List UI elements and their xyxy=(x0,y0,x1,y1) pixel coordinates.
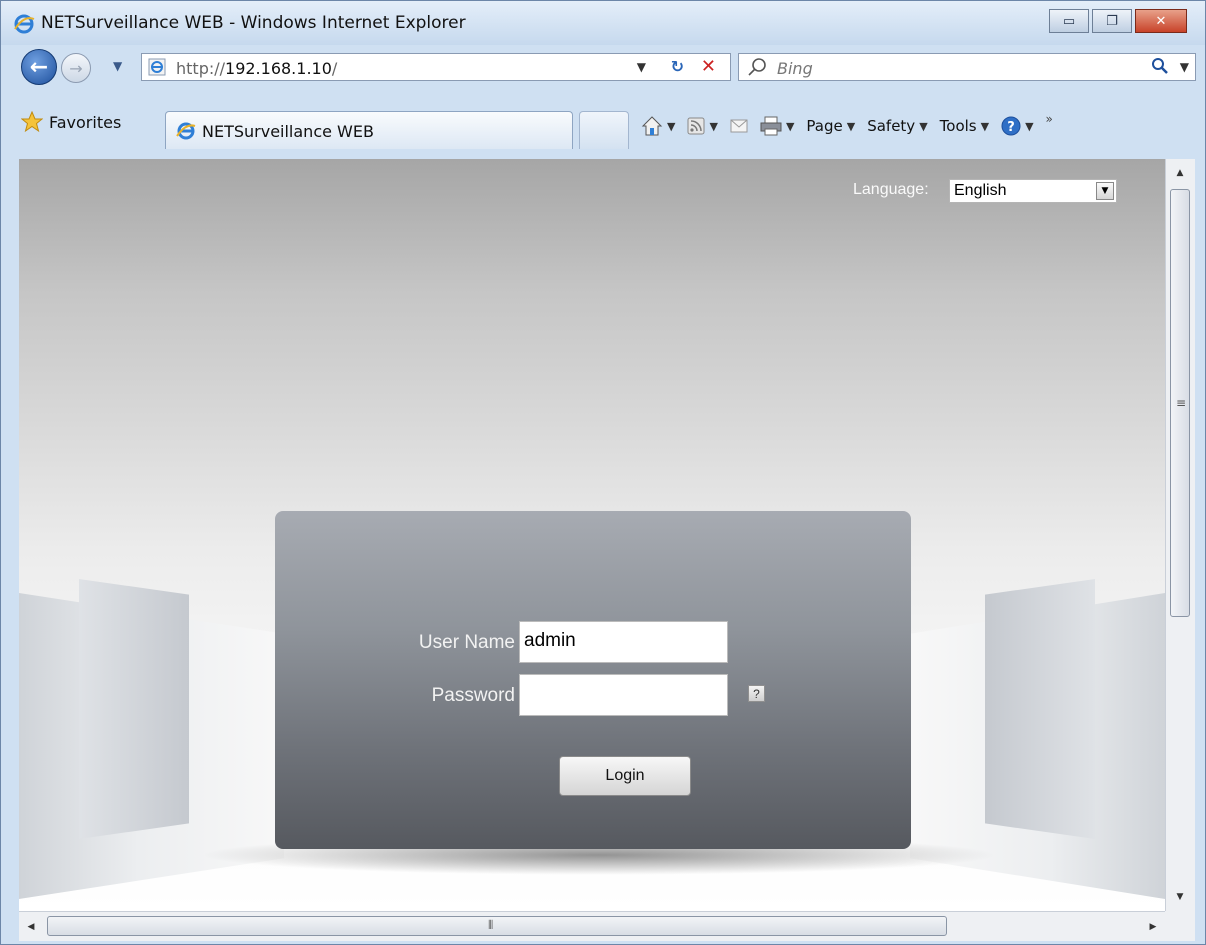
login-panel: User Name admin Password ? Login xyxy=(275,511,911,849)
new-tab-button[interactable] xyxy=(579,111,629,149)
search-provider-icon xyxy=(748,58,766,76)
password-input[interactable] xyxy=(519,674,728,716)
address-text[interactable]: http://192.168.1.10/ xyxy=(176,59,337,78)
restore-button[interactable]: ❐ xyxy=(1092,9,1132,33)
tools-menu[interactable]: Tools ▼ xyxy=(940,117,989,135)
print-button[interactable]: ▼ xyxy=(760,116,794,136)
tools-menu-label: Tools xyxy=(939,117,977,135)
safety-menu[interactable]: Safety ▼ xyxy=(867,117,927,135)
mail-icon xyxy=(730,119,748,133)
page-menu[interactable]: Page ▼ xyxy=(806,117,855,135)
address-scheme: http:// xyxy=(176,59,226,78)
page-menu-label: Page xyxy=(806,117,843,135)
help-dropdown-icon: ▼ xyxy=(1025,119,1034,133)
tab-netsurveillance[interactable]: NETSurveillance WEB xyxy=(165,111,573,149)
vertical-grip-icon: ≡ xyxy=(1176,396,1187,410)
language-dropdown-icon[interactable]: ▼ xyxy=(1096,182,1114,200)
browser-window: NETSurveillance WEB - Windows Internet E… xyxy=(0,0,1206,945)
safety-menu-label: Safety xyxy=(867,117,916,135)
home-icon xyxy=(641,116,663,136)
search-input[interactable]: Bing xyxy=(777,59,813,78)
scroll-down-icon[interactable]: ▼ xyxy=(1166,883,1194,911)
tools-menu-arrow-icon: ▼ xyxy=(980,119,990,133)
window-controls: ▭ ❐ ✕ xyxy=(1049,9,1187,33)
close-button[interactable]: ✕ xyxy=(1135,9,1187,33)
help-menu[interactable]: ? ▼ xyxy=(1001,116,1034,136)
help-icon: ? xyxy=(1001,116,1021,136)
scroll-up-icon[interactable]: ▲ xyxy=(1166,159,1194,187)
search-icon[interactable] xyxy=(1151,57,1169,75)
svg-text:?: ? xyxy=(1007,120,1015,135)
window-title: NETSurveillance WEB - Windows Internet E… xyxy=(41,13,466,33)
vertical-scrollbar[interactable]: ▲ ≡ ▼ xyxy=(1165,159,1195,911)
username-input[interactable]: admin xyxy=(519,621,728,663)
forward-button[interactable]: → xyxy=(61,53,91,83)
stop-icon[interactable]: ✕ xyxy=(701,56,716,77)
print-icon xyxy=(760,116,782,136)
ie-page-icon xyxy=(176,122,196,140)
favorites-star-icon xyxy=(21,111,43,133)
address-path: / xyxy=(331,59,338,78)
language-value: English xyxy=(954,182,1007,199)
forward-arrow-icon: → xyxy=(69,58,83,78)
address-host: 192.168.1.10 xyxy=(225,59,332,78)
address-bar[interactable]: http://192.168.1.10/ ▼ ↻ ✕ xyxy=(141,53,731,81)
horizontal-scroll-thumb[interactable]: ⦀ xyxy=(47,916,947,936)
navigation-bar: ← → ▼ http://192.168.1.10/ ▼ ↻ ✕ Bing ▼ xyxy=(1,45,1205,89)
command-bar: Favorites NETSurveillance WEB ▼ ▼ ▼ Page… xyxy=(1,89,1205,159)
ie-logo-icon xyxy=(14,14,35,34)
background-left-pillar xyxy=(79,579,189,839)
feeds-button[interactable]: ▼ xyxy=(687,117,718,135)
favorites-button[interactable]: Favorites xyxy=(21,111,121,133)
minimize-button[interactable]: ▭ xyxy=(1049,9,1089,33)
recent-pages-dropdown[interactable]: ▼ xyxy=(113,59,122,73)
rss-feed-icon xyxy=(687,117,705,135)
refresh-icon[interactable]: ↻ xyxy=(671,57,684,76)
password-help-button[interactable]: ? xyxy=(748,685,765,702)
page-icon xyxy=(148,58,166,76)
toolbar-overflow-icon[interactable]: » xyxy=(1046,112,1053,126)
horizontal-scrollbar[interactable]: ◀ ⦀ ▶ xyxy=(19,911,1165,941)
password-label: Password xyxy=(431,685,515,706)
background-right-pillar xyxy=(985,579,1095,839)
read-mail-button[interactable] xyxy=(730,119,748,133)
page-content: Language: English ▼ User Name admin Pass… xyxy=(19,159,1165,911)
address-dropdown-icon[interactable]: ▼ xyxy=(637,60,646,74)
feeds-dropdown-icon: ▼ xyxy=(709,119,718,133)
restore-icon: ❐ xyxy=(1106,13,1118,29)
language-label: Language: xyxy=(853,181,929,198)
language-select[interactable]: English ▼ xyxy=(949,179,1117,203)
home-button[interactable]: ▼ xyxy=(641,115,675,137)
print-dropdown-icon: ▼ xyxy=(785,119,795,133)
horizontal-grip-icon: ⦀ xyxy=(488,918,494,932)
title-bar: NETSurveillance WEB - Windows Internet E… xyxy=(1,1,1205,45)
login-button[interactable]: Login xyxy=(559,756,691,796)
close-icon: ✕ xyxy=(1155,13,1167,29)
scroll-left-icon[interactable]: ◀ xyxy=(19,912,43,942)
home-dropdown-icon: ▼ xyxy=(667,119,676,133)
scroll-right-icon[interactable]: ▶ xyxy=(1141,912,1165,942)
back-arrow-icon: ← xyxy=(29,54,49,80)
favorites-label: Favorites xyxy=(49,112,122,132)
search-box[interactable]: Bing ▼ xyxy=(738,53,1196,81)
safety-menu-arrow-icon: ▼ xyxy=(919,119,928,133)
username-label: User Name xyxy=(418,632,515,653)
tab-title: NETSurveillance WEB xyxy=(202,122,374,141)
vertical-scroll-thumb[interactable]: ≡ xyxy=(1170,189,1190,617)
command-buttons: ▼ ▼ ▼ Page ▼ Safety ▼ Tools ▼ ? ▼ » xyxy=(641,111,1053,141)
page-menu-arrow-icon: ▼ xyxy=(846,119,856,133)
scrollbar-corner xyxy=(1165,911,1195,941)
minimize-icon: ▭ xyxy=(1062,13,1076,29)
search-options-dropdown[interactable]: ▼ xyxy=(1180,60,1189,74)
back-button[interactable]: ← xyxy=(21,49,57,85)
